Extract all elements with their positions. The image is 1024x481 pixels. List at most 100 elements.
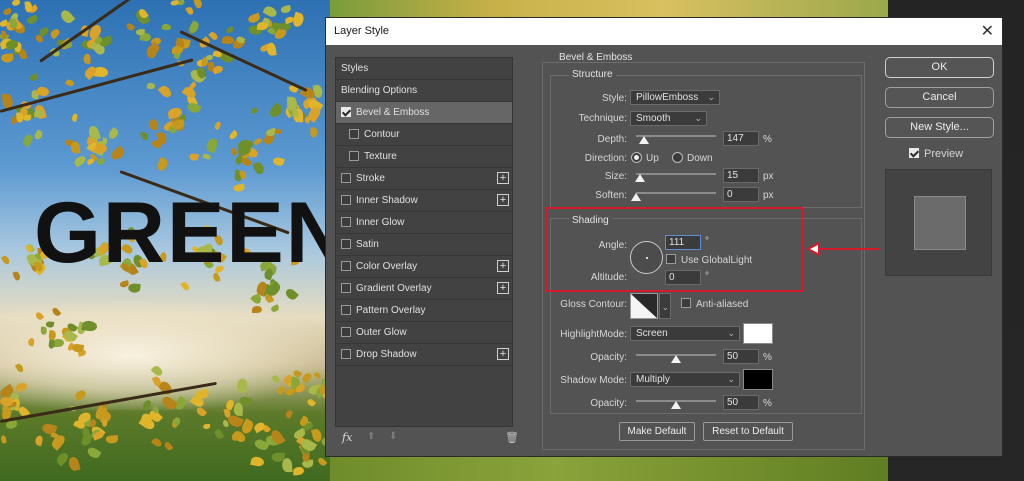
anti-aliased-checkbox[interactable] bbox=[681, 298, 691, 308]
technique-label: Technique: bbox=[578, 113, 627, 124]
direction-up-radio[interactable] bbox=[631, 152, 642, 163]
direction-up-label: Up bbox=[646, 153, 659, 164]
preview-checkbox[interactable] bbox=[909, 148, 919, 158]
style-item-checkbox[interactable] bbox=[341, 239, 351, 249]
style-item-satin[interactable]: Satin bbox=[336, 234, 512, 255]
ok-button[interactable]: OK bbox=[885, 57, 994, 78]
style-item-checkbox[interactable] bbox=[349, 129, 359, 139]
size-slider[interactable] bbox=[636, 173, 716, 175]
cancel-button[interactable]: Cancel bbox=[885, 87, 994, 108]
style-item-checkbox[interactable] bbox=[341, 305, 351, 315]
highlight-color-swatch[interactable] bbox=[743, 323, 773, 344]
soften-label: Soften: bbox=[595, 190, 627, 201]
style-item-stroke[interactable]: Stroke + bbox=[336, 168, 512, 189]
highlight-mode-select[interactable]: Screen ⌄ bbox=[630, 326, 740, 341]
size-slider-thumb[interactable] bbox=[635, 174, 645, 182]
style-item-checkbox[interactable] bbox=[341, 261, 351, 271]
headline-text: GREEN bbox=[34, 185, 350, 281]
depth-input[interactable]: 147 bbox=[723, 131, 759, 146]
title-bar: Layer Style ✕ bbox=[326, 18, 1002, 45]
style-item-label: Inner Shadow bbox=[356, 195, 418, 206]
soften-unit: px bbox=[763, 190, 774, 201]
style-item-checkbox[interactable] bbox=[341, 283, 351, 293]
add-effect-icon[interactable]: + bbox=[497, 260, 509, 272]
style-item-pattern-overlay[interactable]: Pattern Overlay bbox=[336, 300, 512, 321]
highlight-opacity-unit: % bbox=[763, 352, 772, 363]
soften-input[interactable]: 0 bbox=[723, 187, 759, 202]
style-item-label: Inner Glow bbox=[356, 217, 405, 228]
divider bbox=[336, 365, 512, 366]
make-default-button[interactable]: Make Default bbox=[619, 422, 695, 441]
gloss-contour-thumbnail[interactable] bbox=[630, 293, 658, 319]
soften-slider[interactable] bbox=[636, 192, 716, 194]
direction-label: Direction: bbox=[584, 153, 627, 164]
style-item-blending-options[interactable]: Blending Options bbox=[336, 80, 512, 101]
depth-unit: % bbox=[763, 134, 772, 145]
style-item-label: Color Overlay bbox=[356, 261, 418, 272]
style-item-drop-shadow[interactable]: Drop Shadow + bbox=[336, 344, 512, 365]
direction-down-label: Down bbox=[687, 153, 713, 164]
shadow-opacity-input[interactable]: 50 bbox=[723, 395, 759, 410]
shadow-opacity-label: Opacity: bbox=[590, 398, 627, 409]
highlight-opacity-input[interactable]: 50 bbox=[723, 349, 759, 364]
style-item-label: Satin bbox=[356, 239, 379, 250]
trash-icon[interactable]: 🗑 bbox=[505, 431, 519, 444]
contour-curve-icon bbox=[631, 294, 657, 318]
add-effect-icon[interactable]: + bbox=[497, 194, 509, 206]
style-item-inner-shadow[interactable]: Inner Shadow + bbox=[336, 190, 512, 211]
style-item-styles[interactable]: Styles bbox=[336, 58, 512, 79]
style-item-label: Pattern Overlay bbox=[356, 305, 426, 316]
reset-to-default-button[interactable]: Reset to Default bbox=[703, 422, 793, 441]
structure-title: Structure bbox=[569, 69, 616, 80]
style-value: PillowEmboss bbox=[636, 92, 699, 103]
style-item-label: Outer Glow bbox=[356, 327, 407, 338]
style-item-bevel-emboss[interactable]: Bevel & Emboss bbox=[336, 102, 512, 123]
style-item-checkbox[interactable] bbox=[341, 349, 351, 359]
new-style-button[interactable]: New Style... bbox=[885, 117, 994, 138]
chevron-down-icon: ⌄ bbox=[694, 113, 702, 123]
style-item-checkbox[interactable] bbox=[341, 327, 351, 337]
fx-icon[interactable]: fx bbox=[342, 431, 352, 444]
style-item-checkbox[interactable] bbox=[341, 107, 351, 117]
depth-slider-thumb[interactable] bbox=[639, 136, 649, 144]
add-effect-icon[interactable]: + bbox=[497, 348, 509, 360]
style-item-label: Drop Shadow bbox=[356, 349, 417, 360]
style-item-checkbox[interactable] bbox=[341, 195, 351, 205]
technique-value: Smooth bbox=[636, 113, 671, 124]
highlight-opacity-thumb[interactable] bbox=[671, 355, 681, 363]
add-effect-icon[interactable]: + bbox=[497, 282, 509, 294]
move-down-icon[interactable]: ⬇ bbox=[389, 431, 397, 442]
highlight-mode-value: Screen bbox=[636, 328, 668, 339]
chevron-down-icon: ⌄ bbox=[661, 302, 669, 312]
technique-select[interactable]: Smooth ⌄ bbox=[630, 111, 707, 126]
add-effect-icon[interactable]: + bbox=[497, 172, 509, 184]
style-item-texture[interactable]: Texture bbox=[336, 146, 512, 167]
annotation-arrow-line bbox=[818, 248, 880, 250]
style-select[interactable]: PillowEmboss ⌄ bbox=[630, 90, 720, 105]
direction-down-radio[interactable] bbox=[672, 152, 683, 163]
style-item-checkbox[interactable] bbox=[341, 173, 351, 183]
move-up-icon[interactable]: ⬆ bbox=[367, 431, 375, 442]
size-label: Size: bbox=[604, 171, 627, 182]
shadow-mode-label: Shadow Mode: bbox=[560, 375, 627, 386]
shadow-mode-value: Multiply bbox=[636, 374, 670, 385]
gloss-contour-dropdown[interactable]: ⌄ bbox=[659, 293, 671, 319]
size-input[interactable]: 15 bbox=[723, 168, 759, 183]
soften-slider-thumb[interactable] bbox=[631, 193, 641, 201]
styles-footer: fx ⬆ ⬇ 🗑 bbox=[335, 429, 519, 449]
shadow-opacity-thumb[interactable] bbox=[671, 401, 681, 409]
shadow-color-swatch[interactable] bbox=[743, 369, 773, 390]
style-item-inner-glow[interactable]: Inner Glow bbox=[336, 212, 512, 233]
style-item-color-overlay[interactable]: Color Overlay + bbox=[336, 256, 512, 277]
shadow-opacity-unit: % bbox=[763, 398, 772, 409]
style-item-outer-glow[interactable]: Outer Glow bbox=[336, 322, 512, 343]
size-unit: px bbox=[763, 171, 774, 182]
shadow-mode-select[interactable]: Multiply ⌄ bbox=[630, 372, 740, 387]
preview-swatch bbox=[914, 196, 966, 250]
style-item-gradient-overlay[interactable]: Gradient Overlay + bbox=[336, 278, 512, 299]
annotation-arrow-inner bbox=[810, 245, 818, 253]
style-item-checkbox[interactable] bbox=[349, 151, 359, 161]
style-item-checkbox[interactable] bbox=[341, 217, 351, 227]
close-icon[interactable]: ✕ bbox=[981, 21, 994, 41]
style-item-contour[interactable]: Contour bbox=[336, 124, 512, 145]
